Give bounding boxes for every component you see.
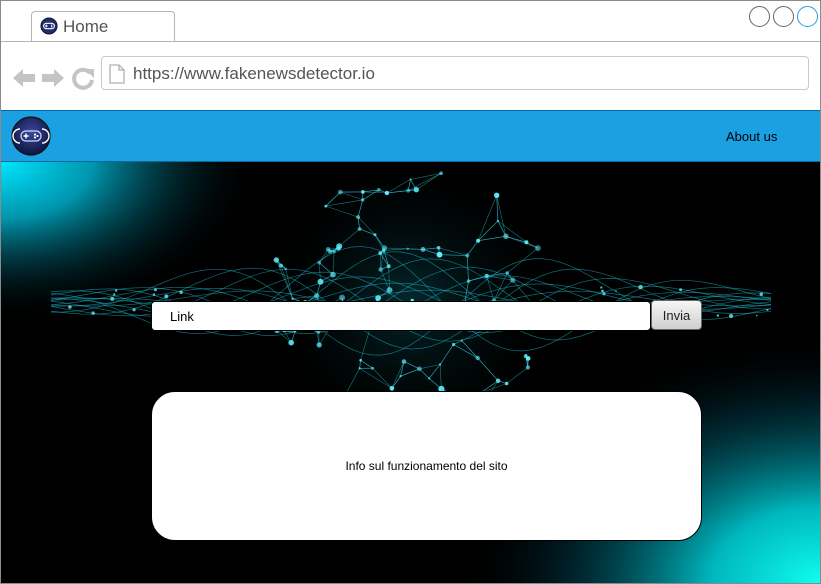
page-icon — [109, 64, 125, 84]
url-field[interactable]: https://www.fakenewsdetector.io — [101, 56, 809, 90]
back-arrow-icon[interactable] — [11, 65, 37, 91]
minimize-button[interactable] — [749, 6, 770, 27]
link-input[interactable] — [151, 301, 651, 331]
close-button[interactable] — [797, 6, 818, 27]
window-controls — [749, 6, 818, 27]
nav-about-us[interactable]: About us — [726, 129, 777, 144]
browser-window: Home https://www.fakenewsdetector.io Abo… — [0, 0, 821, 584]
tab-bar: Home — [1, 1, 820, 42]
address-bar-row: https://www.fakenewsdetector.io — [1, 42, 820, 110]
maximize-button[interactable] — [773, 6, 794, 27]
submit-button[interactable]: Invia — [651, 300, 702, 330]
site-favicon-icon — [40, 17, 58, 35]
tab-title: Home — [63, 17, 109, 36]
info-text: Info sul funzionamento del sito — [345, 459, 508, 473]
hero-section: Invia Info sul funzionamento del sito — [1, 162, 820, 583]
tab-home[interactable]: Home — [31, 11, 175, 41]
url-text: https://www.fakenewsdetector.io — [133, 64, 375, 83]
reload-icon[interactable] — [70, 65, 96, 91]
forward-arrow-icon[interactable] — [40, 65, 66, 91]
gamepad-logo-icon[interactable] — [11, 116, 51, 156]
site-header: About us — [1, 110, 820, 162]
info-panel: Info sul funzionamento del sito — [151, 391, 702, 541]
